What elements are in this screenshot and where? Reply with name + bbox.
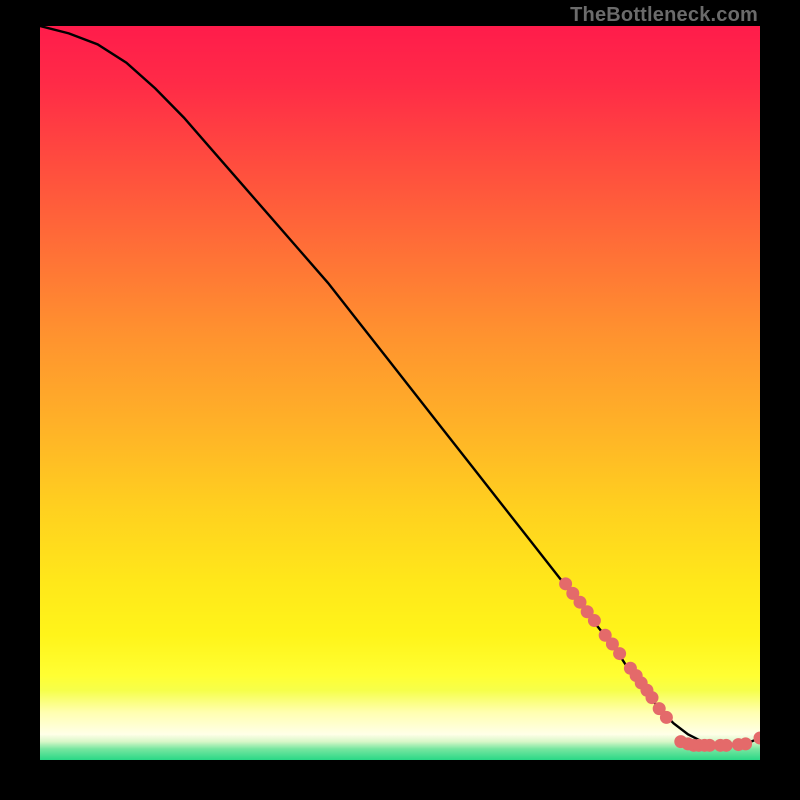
highlight-point xyxy=(660,711,673,724)
highlight-point xyxy=(739,737,752,750)
chart-svg xyxy=(40,26,760,760)
highlight-point xyxy=(613,647,626,660)
attribution-label: TheBottleneck.com xyxy=(570,4,758,27)
plot-area xyxy=(40,26,760,760)
highlight-point xyxy=(720,739,733,752)
highlight-point xyxy=(588,614,601,627)
gradient-background xyxy=(40,26,760,760)
highlight-point xyxy=(646,691,659,704)
chart-stage: TheBottleneck.com xyxy=(0,0,800,800)
